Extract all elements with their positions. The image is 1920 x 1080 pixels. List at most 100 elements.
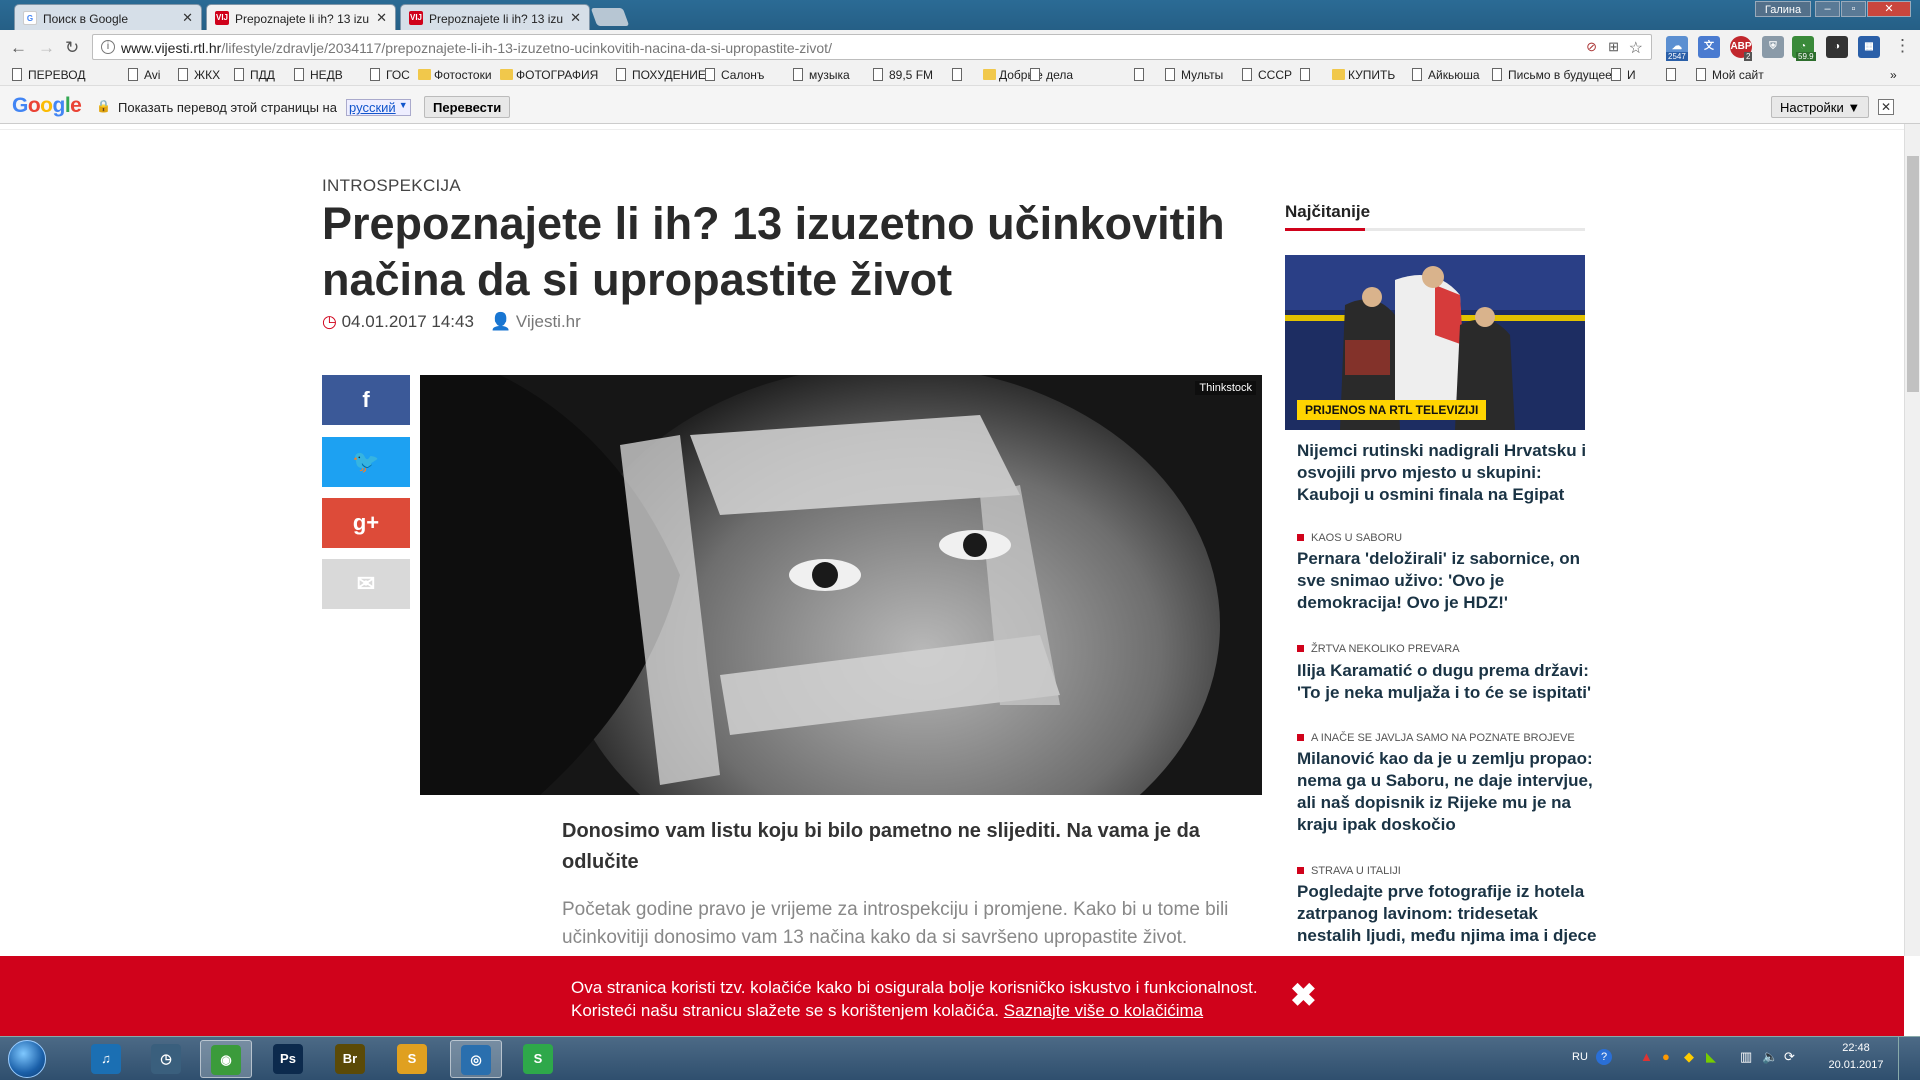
extension-badge: 59.9 [1796,52,1816,61]
tab-close-icon[interactable]: ✕ [376,10,387,26]
bookmark-item[interactable]: Добрые дела [983,68,1073,82]
bookmark-item[interactable]: ПОХУДЕНИЕ [616,68,706,82]
new-tab-button[interactable] [590,8,630,26]
bookmark-label: Мульты [1181,68,1224,82]
help-icon[interactable]: ? [1596,1049,1612,1065]
vijesti-favicon-icon: VIJ [409,11,423,25]
clock-time[interactable]: 22:48 [1826,1042,1886,1054]
tray-app-icon[interactable]: ◣ [1706,1049,1716,1065]
most-read-heading: Najčitanije [1285,202,1371,221]
show-desktop-button[interactable] [1898,1037,1920,1080]
bookmark-item[interactable]: Мульты [1165,68,1223,82]
page-icon [1412,68,1422,81]
bookmark-item[interactable]: СССР [1242,68,1292,82]
tray-app-icon[interactable]: ◆ [1684,1049,1694,1065]
bookmark-item[interactable]: 89,5 FM [873,68,933,82]
most-read-headline[interactable]: Milanović kao da je u zemlju propao: nem… [1297,748,1597,836]
tab-google-search[interactable]: G Поиск в Google ✕ [14,4,202,30]
bookmark-item[interactable]: Айкьюша [1412,68,1480,82]
maximize-button[interactable]: ▫ [1841,1,1866,17]
bookmark-label: И [1627,68,1636,82]
chrome-taskbar-button[interactable]: ◉ [200,1040,252,1078]
bookmark-label: НЕДВ [310,68,343,82]
bookmark-item[interactable]: Салонъ [705,68,764,82]
glasses-extension-icon[interactable]: ◑ [1826,36,1848,58]
article-author[interactable]: 👤 Vijesti.hr [490,312,581,332]
page-scrollbar[interactable] [1904,124,1920,956]
app-s-taskbar-button[interactable]: S [386,1040,438,1078]
volume-icon[interactable]: 🔈 [1762,1049,1778,1065]
close-icon[interactable]: ✕ [1878,99,1894,115]
bridge-taskbar-button[interactable]: Br [324,1040,376,1078]
translate-language-select[interactable]: русский ▼ [346,99,411,116]
tab-article-2[interactable]: VIJ Prepoznajete li ih? 13 izu ✕ [400,4,590,30]
address-bar[interactable]: i www.vijesti.rtl.hr/lifestyle/zdravlje/… [92,34,1652,60]
clock-taskbar-button[interactable]: ◷ [140,1040,192,1078]
translate-button[interactable]: Перевести [424,96,511,118]
site-info-icon[interactable]: i [101,40,115,54]
tray-app-icon[interactable]: ● [1662,1049,1670,1064]
article-category[interactable]: INTROSPEKCIJA [322,176,461,196]
google-plus-share-button[interactable]: g+ [322,498,410,548]
twitter-share-button[interactable]: 🐦 [322,437,410,487]
most-read-headline[interactable]: Pogledajte prve fotografije iz hotela za… [1297,881,1597,956]
most-read-headline[interactable]: Ilija Karamatić o dugu prema državi: 'To… [1297,660,1597,704]
back-arrow-icon[interactable]: ← [10,38,27,58]
translate-prompt: Показать перевод этой страницы на [118,100,337,115]
translate-settings-button[interactable]: Настройки ▼ [1771,96,1870,118]
bookmark-item[interactable]: ФОТОГРАФИЯ [500,68,598,82]
bookmark-item[interactable]: ПЕРЕВОД [12,68,85,82]
window-close-button[interactable]: ✕ [1867,1,1911,17]
bookmark-label: Фотостоки [434,68,492,82]
bookmark-item[interactable]: Avi [128,68,160,82]
tab-article-active[interactable]: VIJ Prepoznajete li ih? 13 izu ✕ [206,4,396,30]
bookmark-item[interactable]: Мой сайт [1696,68,1764,82]
clock-date[interactable]: 20.01.2017 [1826,1059,1886,1071]
bookmark-item[interactable]: ПДД [234,68,275,82]
tab-close-icon[interactable]: ✕ [182,10,193,26]
close-icon[interactable]: ✖ [1290,976,1317,1014]
profile-button[interactable]: Галина [1755,1,1811,17]
blocked-content-icon[interactable]: ⊘ [1586,39,1597,55]
minimize-button[interactable]: ‒ [1815,1,1840,17]
reload-icon[interactable]: ↻ [65,38,79,58]
itunes-taskbar-button[interactable]: ♫ [80,1040,132,1078]
bookmark-item[interactable]: Фотостоки [418,68,492,82]
chevron-down-icon: ▼ [398,100,408,110]
bookmark-item[interactable]: КУПИТЬ [1332,68,1395,82]
network-icon[interactable]: ▥ [1740,1049,1752,1065]
language-indicator[interactable]: RU [1572,1051,1588,1063]
camera-app-taskbar-button[interactable]: ◎ [450,1040,502,1078]
translate-page-icon[interactable]: ⊞ [1608,39,1619,55]
app-s-icon: S [397,1044,427,1074]
shield-extension-icon[interactable]: ⛨ [1762,36,1784,58]
bookmark-item[interactable]: НЕДВ [294,68,343,82]
tab-close-icon[interactable]: ✕ [570,10,581,26]
most-read-kicker: STRAVA U ITALIJI [1297,865,1401,877]
camera-app-icon: ◎ [461,1045,491,1075]
forward-arrow-icon[interactable]: → [38,38,55,58]
app-s2-taskbar-button[interactable]: S [512,1040,564,1078]
bookmark-item[interactable]: ЖКХ [178,68,220,82]
grid-extension-icon[interactable]: ▦ [1858,36,1880,58]
tray-alert-icon[interactable]: ▲ [1640,1049,1653,1064]
bookmark-item[interactable]: музыка [793,68,850,82]
mail-share-button[interactable]: ✉ [322,559,410,609]
cookie-info-link[interactable]: Saznajte više o kolačićima [1004,1001,1203,1020]
most-read-headline[interactable]: Nijemci rutinski nadigrali Hrvatsku i os… [1297,440,1597,506]
start-button[interactable] [8,1040,46,1078]
most-read-headline[interactable]: Pernara 'deložirali' iz sabornice, on sv… [1297,548,1597,614]
google-translate-extension-icon[interactable]: 文 [1698,36,1720,58]
facebook-share-button[interactable]: f [322,375,410,425]
bookmark-item[interactable]: И [1611,68,1636,82]
translate-language-label: русский [349,100,396,115]
tray-sync-icon[interactable]: ⟳ [1784,1049,1795,1065]
bookmark-item[interactable]: ГОС [370,68,410,82]
bookmark-star-icon[interactable]: ☆ [1629,38,1643,58]
scrollbar-thumb[interactable] [1907,156,1919,392]
chrome-menu-icon[interactable]: ⋮ [1894,36,1911,56]
most-read-image[interactable]: PRIJENOS NA RTL TELEVIZIJI [1285,255,1585,430]
photoshop-taskbar-button[interactable]: Ps [262,1040,314,1078]
bookmark-item[interactable]: Письмо в будущее [1492,68,1612,82]
bookmarks-overflow-icon[interactable]: » [1890,68,1897,82]
